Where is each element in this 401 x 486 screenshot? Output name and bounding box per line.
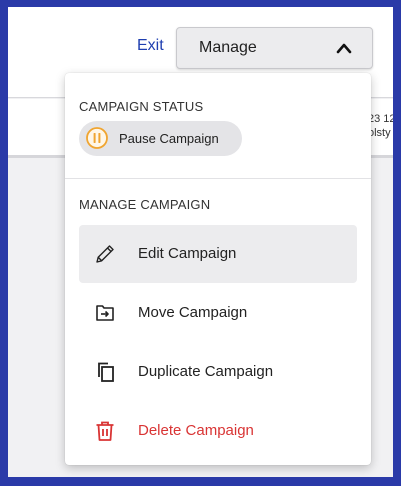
chevron-up-icon [336,43,352,54]
pause-campaign-button[interactable]: Pause Campaign [79,121,242,156]
exit-link[interactable]: Exit [137,37,164,55]
manage-dropdown-button[interactable]: Manage [176,27,373,69]
move-folder-icon [96,305,114,321]
move-campaign-label: Move Campaign [138,304,248,321]
manage-button-label: Manage [199,39,257,56]
manage-campaign-heading: MANAGE CAMPAIGN [79,197,211,212]
pause-icon [86,127,108,149]
edit-campaign-label: Edit Campaign [138,245,237,262]
section-divider [65,178,371,179]
move-campaign-item[interactable]: Move Campaign [79,284,357,342]
trash-icon [96,421,114,441]
duplicate-campaign-label: Duplicate Campaign [138,363,274,380]
background-text-line-2: olsty [368,127,391,139]
campaign-status-heading: CAMPAIGN STATUS [79,99,204,114]
background-text-line-1: 23 12 [368,113,393,125]
manage-dropdown-menu: CAMPAIGN STATUS Pause Campaign MANAGE CA… [65,73,371,465]
app-window: Exit Manage 23 12 olsty CAMPAIGN STATUS … [8,7,393,477]
duplicate-campaign-item[interactable]: Duplicate Campaign [79,343,357,401]
duplicate-icon [98,362,114,382]
edit-campaign-item[interactable]: Edit Campaign [79,225,357,283]
delete-campaign-label: Delete Campaign [138,422,254,439]
delete-campaign-item[interactable]: Delete Campaign [79,402,357,460]
pause-campaign-label: Pause Campaign [119,131,219,146]
pencil-icon [96,245,114,263]
